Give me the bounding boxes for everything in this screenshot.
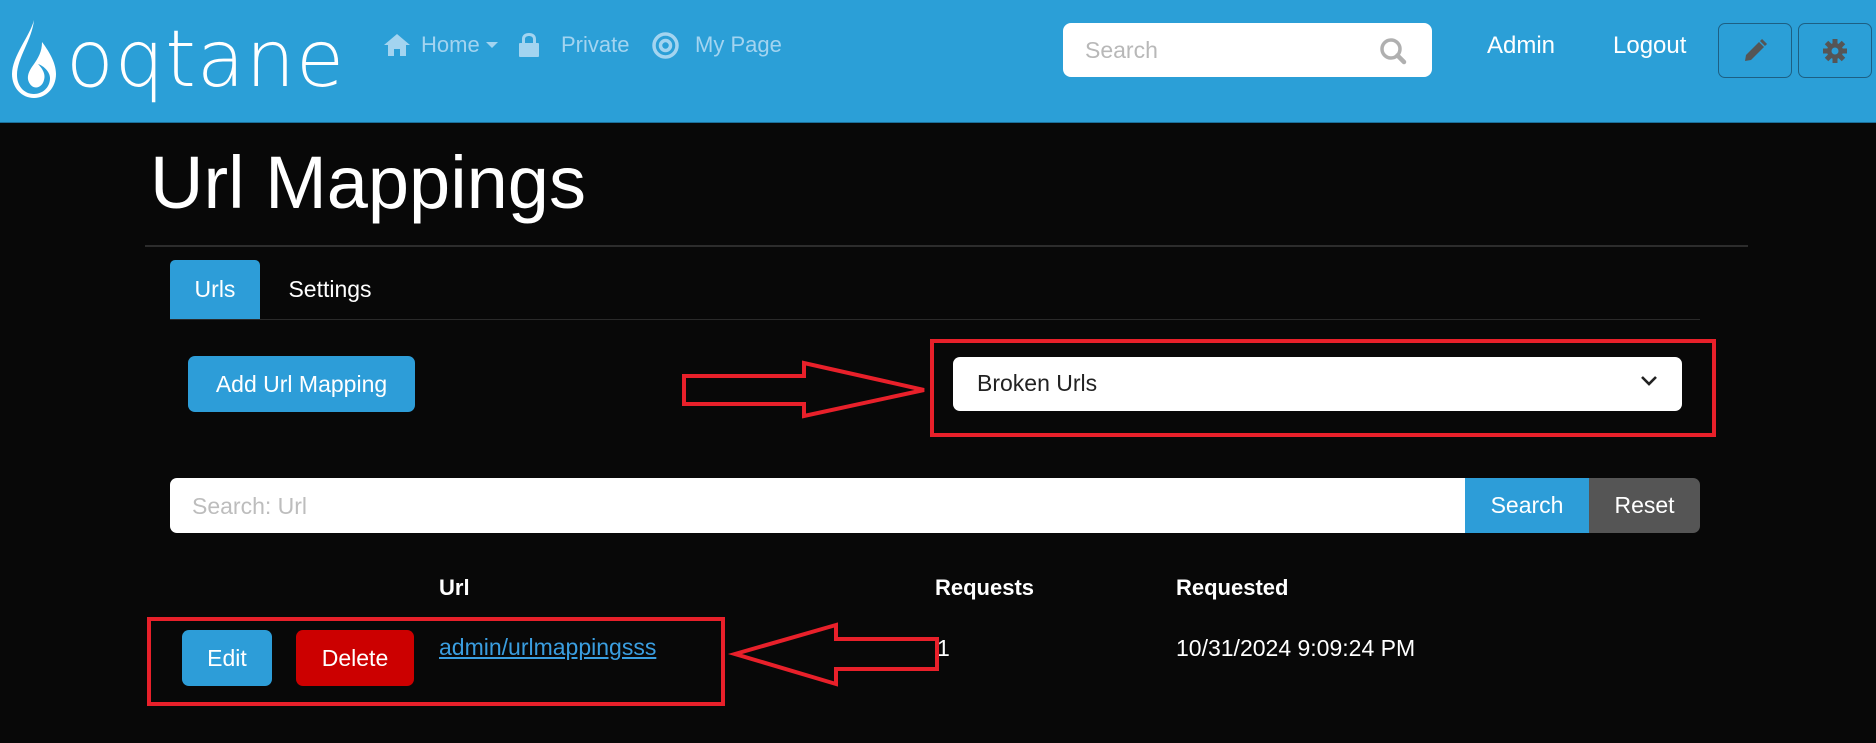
annotation-arrow-left bbox=[727, 622, 939, 687]
annotation-arrows bbox=[682, 360, 939, 687]
annotation-arrow-right bbox=[682, 360, 925, 419]
